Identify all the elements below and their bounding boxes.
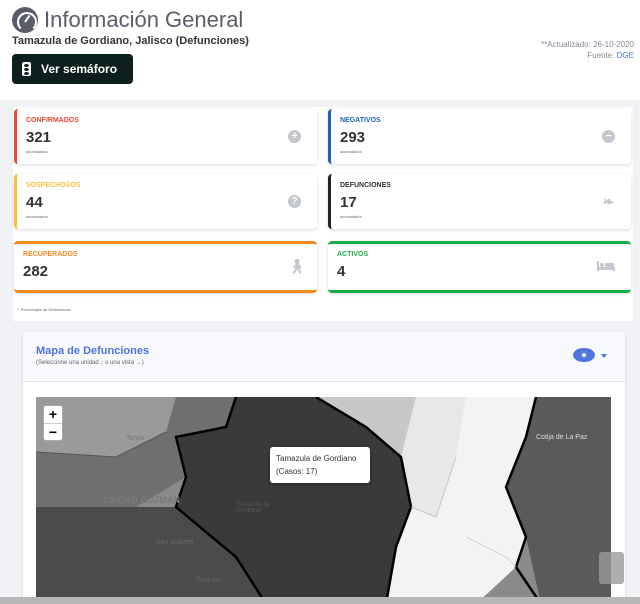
- updated-date: **Actualizado: 26-10-2020: [541, 40, 634, 49]
- card-label: DEFUNCIONES: [340, 182, 391, 189]
- card-value: 293: [340, 129, 366, 146]
- map-label-cotija: Cotija de La Paz: [536, 434, 588, 441]
- bed-icon: [597, 260, 615, 273]
- card-sub: acumulados: [26, 149, 48, 154]
- card-negativos[interactable]: NEGATIVOS 293 acumulados −: [328, 109, 631, 164]
- map-label-san-gabriel: San Gabriel: [156, 539, 193, 546]
- map-label-ciudad-guzman: CIUDAD GUZMAN: [103, 495, 180, 505]
- footnote: * Porcentajes de Defunciones: [18, 307, 71, 312]
- card-value: 17: [340, 194, 357, 211]
- map-label-tamazula: Tamazula de Gordiano: [236, 502, 271, 514]
- scroll-to-top-button[interactable]: [599, 552, 624, 584]
- update-info: **Actualizado: 26-10-2020 Fuente: DGE: [541, 39, 634, 61]
- plus-circle-icon: +: [288, 130, 301, 143]
- card-sub: acumulados: [26, 214, 48, 219]
- source-link[interactable]: DGE: [617, 51, 634, 60]
- map-subtitle: (Seleccione una unidad ↓ o una vista →): [36, 360, 144, 366]
- page-subtitle: Tamazula de Gordiano, Jalisco (Defuncion…: [12, 35, 249, 47]
- card-recuperados[interactable]: RECUPERADOS 282 🚶︎: [14, 241, 317, 293]
- info-header: Información General Tamazula de Gordiano…: [0, 0, 640, 100]
- card-label: SOSPECHOSOS: [26, 182, 81, 189]
- choropleth-map[interactable]: + − Tamazula de Gordiano (Casos: 17) Cot…: [36, 397, 611, 604]
- map-tooltip: Tamazula de Gordiano (Casos: 17): [270, 447, 370, 483]
- card-sospechosos[interactable]: SOSPECHOSOS 44 acumulados ?: [14, 174, 317, 229]
- card-value: 44: [26, 194, 43, 211]
- card-value: 4: [337, 263, 346, 280]
- card-activos[interactable]: ACTIVOS 4: [328, 241, 631, 293]
- traffic-light-icon: [22, 62, 31, 76]
- card-defunciones[interactable]: DEFUNCIONES 17 acumulados ❧: [328, 174, 631, 229]
- card-sub: acumulados: [340, 214, 362, 219]
- ver-semaforo-label: Ver semáforo: [41, 62, 118, 76]
- caret-down-icon[interactable]: [601, 354, 607, 358]
- horizontal-scrollbar[interactable]: [0, 597, 640, 604]
- card-value: 321: [26, 129, 52, 146]
- page-title: Información General: [44, 7, 244, 32]
- card-sub: acumulados: [340, 149, 362, 154]
- title-row: Información General: [12, 7, 243, 33]
- eye-view-dropdown-icon[interactable]: [573, 348, 595, 362]
- map-label-tuxpan: Tuxpan: [196, 577, 220, 584]
- source-line: Fuente: DGE: [541, 50, 634, 61]
- map-label-tonila: Tonila: [126, 435, 145, 442]
- card-label: NEGATIVOS: [340, 117, 381, 124]
- card-label: RECUPERADOS: [23, 251, 78, 258]
- tooltip-cases: (Casos: 17): [276, 467, 318, 476]
- card-label: ACTIVOS: [337, 251, 369, 258]
- map-title: Mapa de Defunciones: [36, 345, 150, 357]
- card-value: 282: [23, 263, 49, 280]
- stats-panel: CONFIRMADOS 321 acumulados + NEGATIVOS 2…: [13, 107, 633, 321]
- zoom-control: + −: [43, 405, 63, 441]
- ver-semaforo-button[interactable]: Ver semáforo: [12, 54, 133, 84]
- card-confirmados[interactable]: CONFIRMADOS 321 acumulados +: [14, 109, 317, 164]
- walking-icon: 🚶︎: [288, 258, 306, 274]
- tooltip-name: Tamazula de Gordiano: [276, 454, 357, 463]
- zoom-in-button[interactable]: +: [44, 406, 62, 423]
- map-card: Mapa de Defunciones (Seleccione una unid…: [23, 332, 625, 604]
- source-prefix: Fuente:: [587, 51, 617, 60]
- zoom-out-button[interactable]: −: [44, 423, 62, 440]
- minus-circle-icon: −: [602, 130, 615, 143]
- ribbon-icon: ❧: [603, 194, 614, 209]
- map-header: Mapa de Defunciones (Seleccione una unid…: [23, 332, 625, 382]
- tachometer-icon: [12, 7, 38, 33]
- card-label: CONFIRMADOS: [26, 117, 79, 124]
- question-circle-icon: ?: [288, 195, 301, 208]
